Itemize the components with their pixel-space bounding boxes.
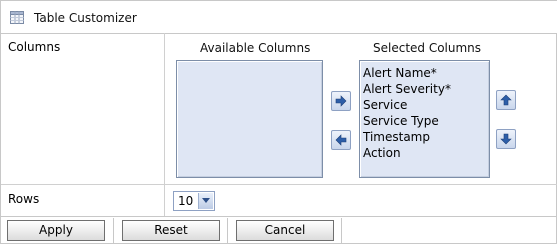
columns-label: Columns [8,40,61,54]
list-item[interactable]: Service Type [360,113,489,129]
arrow-right-icon [335,95,347,107]
list-item[interactable]: Timestamp [360,129,489,145]
chevron-down-icon[interactable] [198,193,213,209]
arrow-down-icon [500,133,512,145]
rows-label: Rows [8,192,40,206]
rows-label-cell: Rows [1,185,165,216]
table-customizer-panel: Table Customizer Columns Available Colum… [0,0,557,244]
title-bar: Table Customizer [1,1,557,34]
available-columns-list[interactable] [176,60,323,178]
reset-button[interactable]: Reset [122,220,220,241]
button-divider [227,218,228,244]
arrow-up-icon [500,94,512,106]
columns-label-cell: Columns [1,33,165,184]
move-right-button[interactable] [331,91,351,111]
move-up-button[interactable] [496,90,516,110]
columns-row: Columns Available Columns Selected Colum… [1,33,557,185]
list-item[interactable]: Service [360,97,489,113]
available-columns-heading: Available Columns [200,41,311,55]
table-icon [10,11,24,24]
move-left-button[interactable] [331,130,351,150]
apply-button[interactable]: Apply [7,220,105,241]
rows-select-value: 10 [178,194,194,208]
list-item[interactable]: Alert Name* [360,65,489,81]
arrow-left-icon [335,134,347,146]
rows-row: Rows 10 [1,185,557,217]
list-item[interactable]: Alert Severity* [360,81,489,97]
list-item[interactable]: Action [360,145,489,161]
move-down-button[interactable] [496,129,516,149]
selected-columns-list[interactable]: Alert Name* Alert Severity* Service Serv… [359,60,490,178]
selected-columns-heading: Selected Columns [373,41,482,55]
cancel-button[interactable]: Cancel [236,220,334,241]
rows-select[interactable]: 10 [173,191,215,211]
button-divider [113,218,114,244]
button-divider [341,218,342,244]
page-title: Table Customizer [34,11,137,25]
